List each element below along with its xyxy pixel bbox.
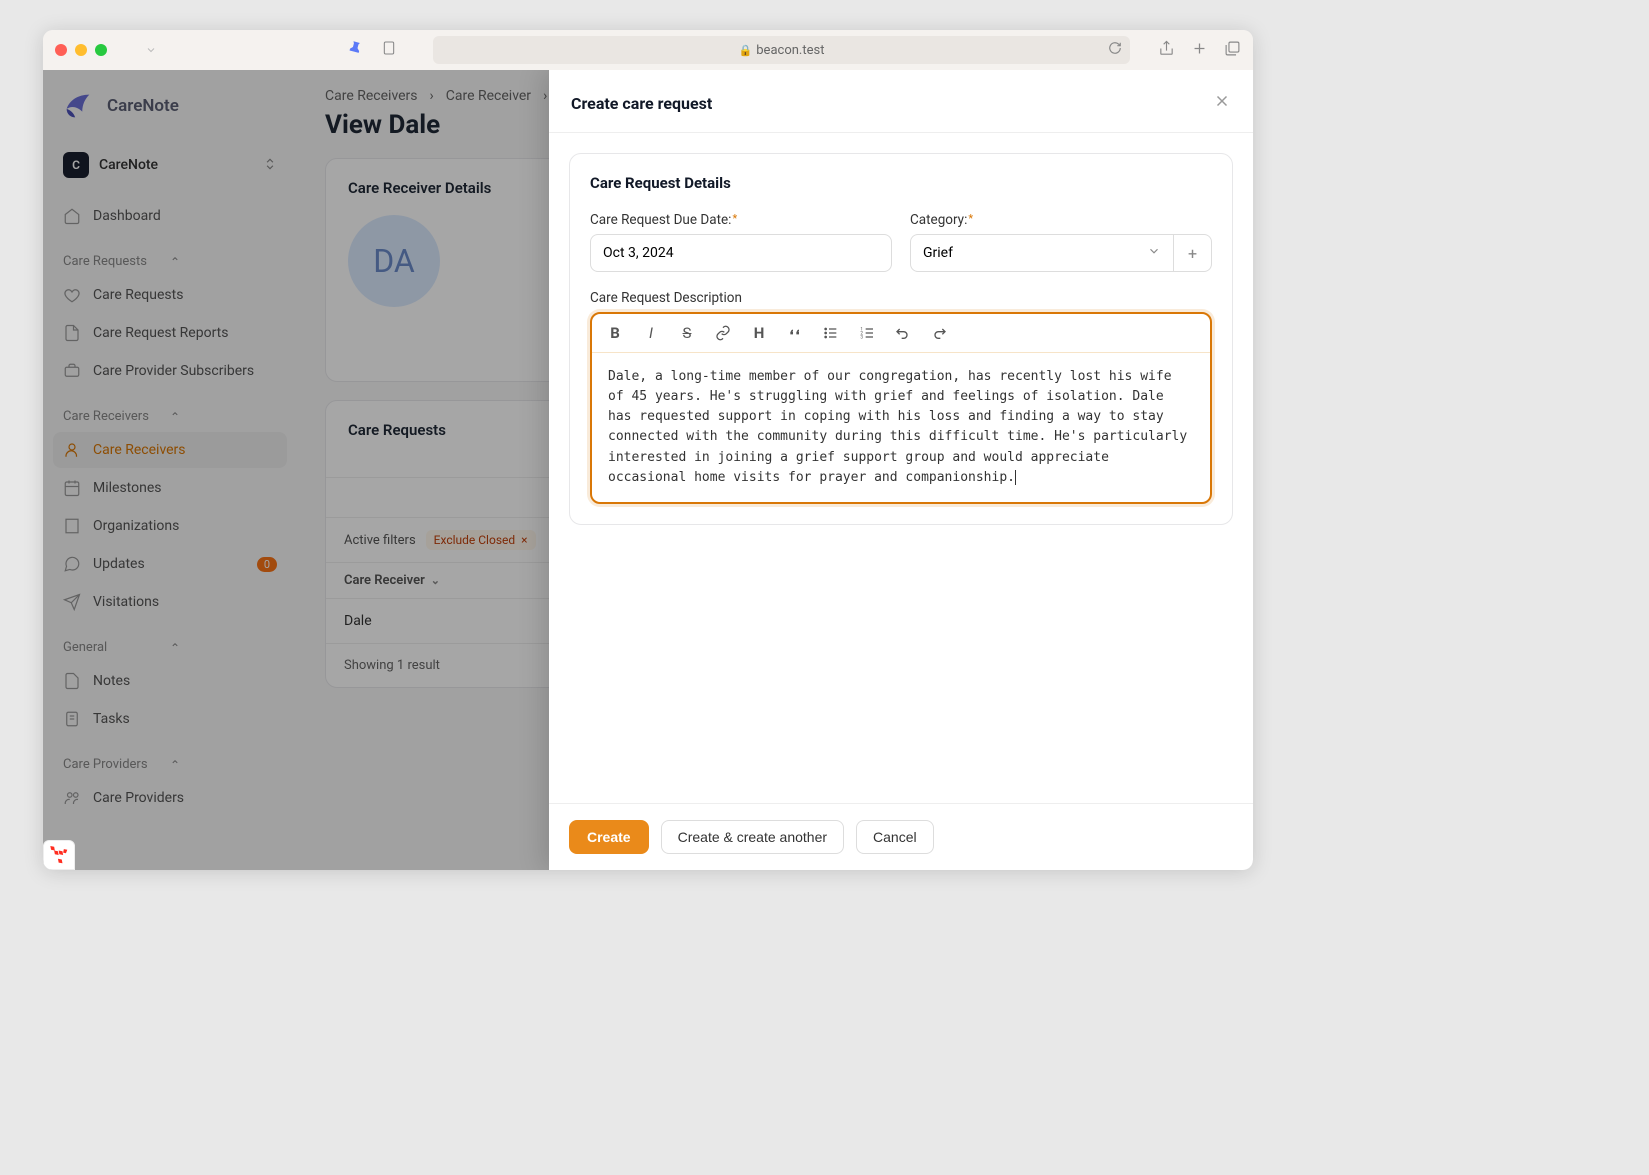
close-window-icon[interactable]: [55, 44, 67, 56]
care-request-details-section: Care Request Details Care Request Due Da…: [569, 153, 1233, 525]
field-label: Category:*: [910, 212, 1212, 228]
tabs-icon[interactable]: [1224, 40, 1241, 61]
cancel-button[interactable]: Cancel: [856, 820, 934, 854]
create-care-request-panel: Create care request Care Request Details…: [549, 70, 1253, 870]
modal-title: Create care request: [571, 94, 1213, 113]
share-icon[interactable]: [1158, 40, 1175, 61]
app-shell: CareNote C CareNote Dashboard Care Reque…: [43, 70, 1253, 870]
forward-button[interactable]: [185, 46, 193, 54]
description-editor: B I S H 123 Dale, a lo: [590, 312, 1212, 504]
add-category-button[interactable]: +: [1174, 234, 1212, 272]
editor-toolbar: B I S H 123: [592, 314, 1210, 353]
create-button[interactable]: Create: [569, 820, 649, 854]
new-tab-icon[interactable]: [381, 40, 397, 60]
back-button[interactable]: [169, 46, 177, 54]
pin-icon[interactable]: [345, 37, 369, 62]
create-another-button[interactable]: Create & create another: [661, 820, 844, 854]
browser-window: 🔒 beacon.test CareNote C CareNote: [43, 30, 1253, 870]
url-bar[interactable]: 🔒 beacon.test: [433, 36, 1130, 64]
due-date-field: Care Request Due Date:* Oct 3, 2024: [590, 212, 892, 272]
description-textarea[interactable]: Dale, a long-time member of our congrega…: [592, 353, 1210, 502]
bold-icon[interactable]: B: [606, 324, 624, 342]
category-select[interactable]: Grief: [910, 234, 1174, 272]
url-text: beacon.test: [756, 43, 824, 58]
due-date-input[interactable]: Oct 3, 2024: [590, 234, 892, 272]
redo-icon[interactable]: [930, 324, 948, 342]
quote-icon[interactable]: [786, 324, 804, 342]
debug-icon[interactable]: [43, 840, 75, 870]
sidebar-toggle-icon[interactable]: [125, 46, 133, 54]
section-title: Care Request Details: [590, 174, 1212, 192]
italic-icon[interactable]: I: [642, 324, 660, 342]
strike-icon[interactable]: S: [678, 324, 696, 342]
category-field: Category:* Grief +: [910, 212, 1212, 272]
bullet-list-icon[interactable]: [822, 324, 840, 342]
heading-icon[interactable]: H: [750, 324, 768, 342]
window-controls: [55, 44, 107, 56]
link-icon[interactable]: [714, 324, 732, 342]
lock-icon: 🔒: [739, 44, 753, 57]
undo-icon[interactable]: [894, 324, 912, 342]
field-label: Care Request Due Date:*: [590, 212, 892, 228]
ordered-list-icon[interactable]: 123: [858, 324, 876, 342]
maximize-window-icon[interactable]: [95, 44, 107, 56]
dropdown-icon[interactable]: [141, 40, 161, 60]
field-label: Care Request Description: [590, 290, 1212, 306]
plus-icon[interactable]: [1191, 40, 1208, 61]
refresh-icon[interactable]: [1108, 41, 1122, 59]
browser-toolbar: 🔒 beacon.test: [43, 30, 1253, 70]
chevron-down-icon: [1147, 244, 1161, 262]
svg-text:3: 3: [860, 334, 863, 340]
minimize-window-icon[interactable]: [75, 44, 87, 56]
modal-footer: Create Create & create another Cancel: [549, 803, 1253, 870]
